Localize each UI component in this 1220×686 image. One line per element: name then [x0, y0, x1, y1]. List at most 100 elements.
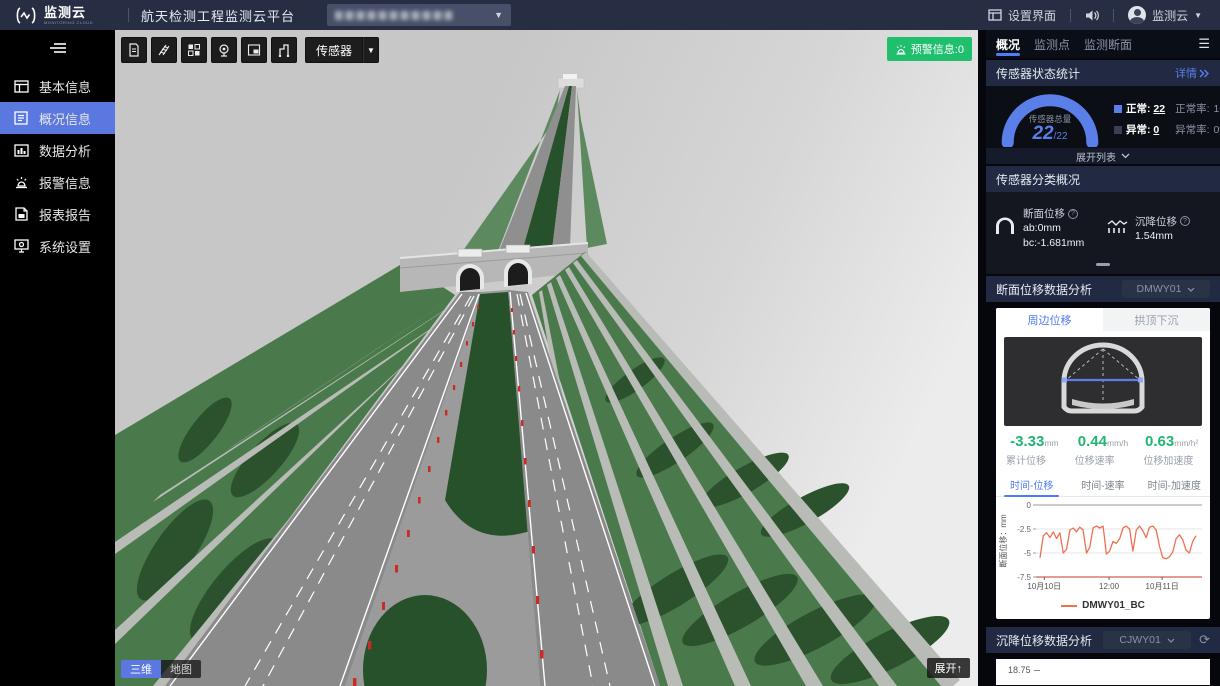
category-value: bc:-1.681mm: [1023, 236, 1084, 251]
svg-text:-7.5: -7.5: [1017, 573, 1031, 582]
data-analysis-icon: [13, 142, 29, 158]
user-menu[interactable]: 监测云 ▼: [1128, 6, 1202, 24]
file-icon[interactable]: [121, 37, 147, 63]
camera-icon[interactable]: [211, 37, 237, 63]
gauge-legend: 正常: 22 正常率: 100% 异常: 0 异常率: 0%: [1106, 101, 1220, 137]
menu-fold-icon: [50, 42, 66, 54]
settlement-selector-dropdown[interactable]: CJWY01: [1103, 631, 1191, 649]
tab-monitor-sections[interactable]: 监测断面: [1084, 30, 1132, 58]
user-name: 监测云: [1152, 7, 1188, 24]
legend-label: DMWY01_BC: [1082, 600, 1145, 611]
tab-time-acceleration[interactable]: 时间-加速度: [1139, 474, 1210, 496]
gauge-value: 22/22: [994, 123, 1106, 145]
sidebar-collapse-button[interactable]: [0, 30, 115, 64]
viewport-toolbar: 传感器 ▼: [121, 37, 379, 63]
tab-monitor-points[interactable]: 监测点: [1034, 30, 1070, 58]
section-title: 断面位移数据分析: [996, 281, 1092, 298]
info-icon[interactable]: ?: [1180, 216, 1190, 226]
sidebar-item-overview[interactable]: 概况信息: [0, 102, 115, 134]
section-title: 传感器状态统计: [996, 65, 1080, 82]
overview-icon: [13, 110, 29, 126]
alert-button-label: 预警信息:0: [911, 41, 964, 57]
right-panel: 概况 监测点 监测断面 ☰ 传感器状态统计 详情 传感器总量 22/22: [986, 30, 1220, 686]
sidebar-item-report[interactable]: 报表报告: [0, 198, 115, 230]
section-selector-dropdown[interactable]: DMWY01: [1122, 280, 1210, 298]
category-name: 断面位移: [1023, 206, 1065, 221]
sidebar-item-alarm-info[interactable]: 报警信息: [0, 166, 115, 198]
divider: [1113, 9, 1114, 22]
legend-swatch: [1114, 126, 1122, 134]
abnormal-count-link[interactable]: 0: [1153, 124, 1159, 136]
pip-icon[interactable]: [241, 37, 267, 63]
tab-peripheral-displacement[interactable]: 周边位移: [996, 308, 1103, 331]
svg-text:-2.5: -2.5: [1017, 525, 1031, 534]
carousel-indicator[interactable]: [1096, 263, 1110, 266]
detail-link[interactable]: 详情: [1175, 65, 1210, 81]
expand-list-button[interactable]: 展开列表: [986, 148, 1220, 164]
project-selector[interactable]: ▼: [327, 4, 511, 26]
platform-title: 航天检测工程监测云平台: [141, 6, 295, 25]
sidebar-item-label: 概况信息: [39, 109, 91, 128]
refresh-icon[interactable]: ⟳: [1199, 632, 1210, 648]
time-series-chart[interactable]: 0-2.5-5-7.510月10日12:0010月11日断面位移：mm: [996, 497, 1210, 593]
sidebar-item-label: 报表报告: [39, 205, 91, 224]
grid-icon[interactable]: [181, 37, 207, 63]
expand-button[interactable]: 展开↑: [927, 658, 971, 678]
sidebar-item-label: 数据分析: [39, 141, 91, 160]
category-value: 1.54mm: [1135, 229, 1190, 244]
pipeline-icon[interactable]: [271, 37, 297, 63]
section-displacement-card: 周边位移 拱顶下沉 -3.33mm 累计位移 0.44mm/h: [996, 308, 1210, 619]
tab-time-displacement[interactable]: 时间-位移: [996, 474, 1067, 496]
panel-menu-icon[interactable]: ☰: [1198, 36, 1210, 52]
railway-icon[interactable]: [151, 37, 177, 63]
legend-abnormal-rate: 异常率: 0%: [1175, 122, 1220, 137]
divider: [128, 8, 129, 22]
mode-3d-button[interactable]: 三维: [121, 660, 161, 678]
chevron-down-icon: ▼: [494, 10, 503, 20]
sensor-button[interactable]: 传感器: [305, 37, 363, 63]
panel-tabbar: 概况 监测点 监测断面 ☰: [986, 30, 1220, 58]
category-section-displacement[interactable]: 断面位移? ab:0mm bc:-1.681mm: [994, 206, 1100, 251]
view-mode-toggle: 三维 地图: [121, 660, 201, 678]
legend-normal-rate: 正常率: 100%: [1175, 101, 1220, 116]
svg-text:-5: -5: [1024, 549, 1032, 558]
report-icon: [13, 206, 29, 222]
info-icon[interactable]: ?: [1068, 209, 1078, 219]
brand-subtitle: MONITORING CLOUD: [44, 21, 93, 25]
scene-3d[interactable]: [115, 30, 978, 686]
sidebar-item-basic-info[interactable]: 基本信息: [0, 70, 115, 102]
svg-text:0: 0: [1027, 501, 1032, 510]
category-settlement-displacement[interactable]: 沉降位移? 1.54mm: [1106, 206, 1212, 251]
svg-text:断面位移：mm: 断面位移：mm: [998, 514, 1008, 568]
category-value: ab:0mm: [1023, 221, 1084, 236]
tab-time-rate[interactable]: 时间-速率: [1067, 474, 1138, 496]
settings-interface-button[interactable]: 设置界面: [988, 7, 1056, 24]
tunnel-icon: [994, 217, 1016, 240]
alert-info-button[interactable]: 预警信息:0: [887, 37, 972, 61]
normal-count-link[interactable]: 22: [1153, 103, 1165, 115]
chart-legend[interactable]: DMWY01_BC: [996, 598, 1210, 619]
section-title: 沉降位移数据分析: [996, 632, 1092, 649]
sound-button[interactable]: [1085, 9, 1099, 22]
legend-line-swatch: [1061, 605, 1077, 607]
settlement-chart-card: 18.75: [996, 659, 1210, 685]
sensor-gauge-card: 传感器总量 22/22 正常: 22 正常率: 100% 异常: 0 异常率: …: [986, 86, 1220, 148]
brand-name: 监测云: [44, 6, 93, 19]
sensor-dropdown-caret[interactable]: ▼: [363, 37, 379, 63]
tab-crown-settlement[interactable]: 拱顶下沉: [1103, 308, 1210, 331]
tab-overview[interactable]: 概况: [996, 30, 1020, 58]
sidebar-item-label: 基本信息: [39, 77, 91, 96]
alarm-icon: [13, 174, 29, 190]
sidebar-item-data-analysis[interactable]: 数据分析: [0, 134, 115, 166]
sidebar-item-system-settings[interactable]: 系统设置: [0, 230, 115, 262]
sensor-stats-header: 传感器状态统计 详情: [986, 60, 1220, 86]
mode-map-button[interactable]: 地图: [161, 660, 201, 678]
metrics-row: -3.33mm 累计位移 0.44mm/h 位移速率 0.63mm/h² 位移加…: [996, 426, 1210, 469]
divider: [1070, 9, 1071, 22]
monitoring-cloud-logo-icon: [14, 7, 38, 24]
metric-rate: 0.44mm/h 位移速率: [1069, 433, 1138, 467]
svg-text:12:00: 12:00: [1099, 582, 1120, 591]
svg-text:10月10日: 10月10日: [1027, 582, 1061, 591]
panel-scrollbar[interactable]: [978, 30, 986, 686]
section-title: 传感器分类概况: [996, 171, 1080, 188]
